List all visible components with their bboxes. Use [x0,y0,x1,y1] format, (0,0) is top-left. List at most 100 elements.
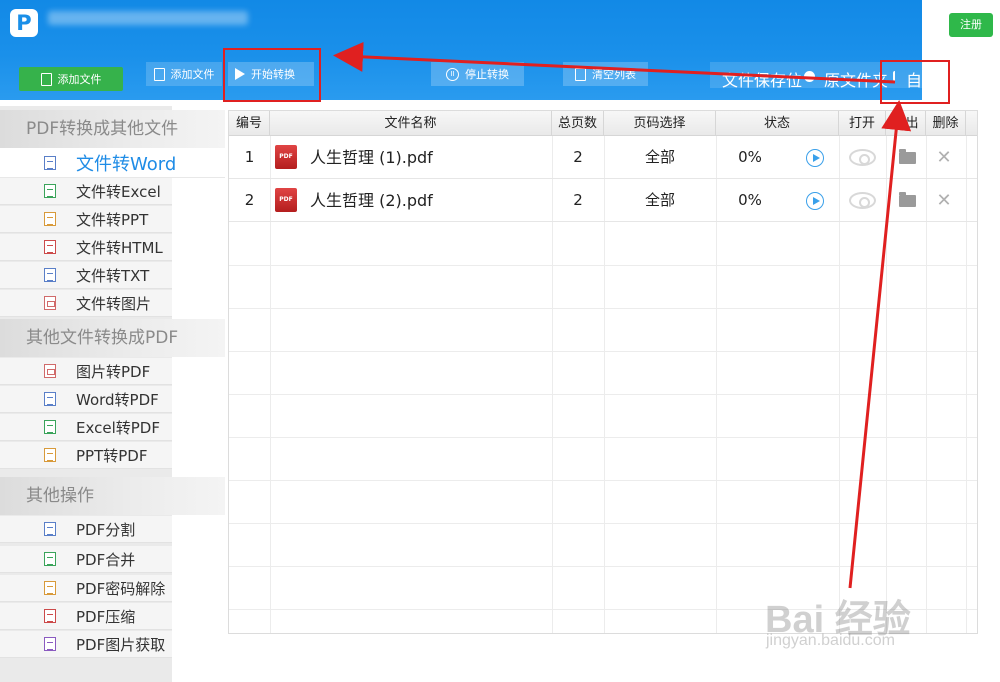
close-icon[interactable]: ✕ [934,179,954,222]
table-row[interactable]: 2 PDF 人生哲理 (2).pdf 2 全部 0% ✕ [229,179,977,222]
stop-convert-button[interactable]: II 停止转换 [431,62,524,86]
table-row[interactable]: 1 PDF 人生哲理 (1).pdf 2 全部 0% ✕ [229,136,977,179]
sidebar-item-label: PDF密码解除 [76,579,166,598]
pause-icon: II [446,67,459,81]
sidebar-item-excel-to-pdf[interactable]: Excel转PDF [0,414,172,441]
row-page-range[interactable]: 全部 [604,136,716,179]
empty-row-line [229,351,977,352]
column-header-status: 状态 [716,111,839,136]
clear-list-button[interactable]: 清空列表 [563,62,648,86]
row-filename: 人生哲理 (1).pdf [310,148,433,167]
sidebar-item-label: 文件转PPT [76,210,149,229]
row-page-range[interactable]: 全部 [604,179,716,222]
sidebar-item-label: Word转PDF [76,390,159,409]
empty-row-line [229,480,977,481]
ppt-doc-icon [44,212,56,226]
html-doc-icon [44,240,56,254]
sidebar-item-image-to-pdf[interactable]: 图片转PDF [0,358,172,385]
row-pages: 2 [573,191,583,209]
add-file-label: 添加文件 [57,73,102,86]
sidebar-item-label: Excel转PDF [76,418,160,437]
clear-list-label: 清空列表 [592,68,636,81]
add-file-button-secondary[interactable]: 添加文件 [146,62,222,86]
sidebar-item-pdf-merge[interactable]: PDF合并 [0,546,172,573]
option-original-folder-label[interactable]: 原文件夹 [824,67,888,91]
folder-icon[interactable] [899,149,916,164]
radio-original-folder[interactable] [804,71,815,82]
sidebar-item-file-to-image[interactable]: 文件转图片 [0,290,172,317]
sidebar-section-other-ops: 其他操作 [0,477,225,515]
row-pages: 2 [573,148,583,166]
row-filename: 人生哲理 (2).pdf [310,191,433,210]
sidebar-item-file-to-word[interactable]: 文件转Word [0,148,225,178]
empty-row-line [229,265,977,266]
sidebar-item-label: 文件转HTML [76,238,163,257]
sidebar-item-label: 文件转TXT [76,266,150,285]
column-header-filename: 文件名称 [270,111,552,136]
sidebar-item-label: PDF分割 [76,520,136,539]
play-icon[interactable] [806,149,824,167]
row-status: 0% [738,148,762,166]
sidebar-item-label: PDF压缩 [76,607,136,626]
sidebar-item-file-to-excel[interactable]: 文件转Excel [0,178,172,205]
sidebar-item-label: 图片转PDF [76,362,151,381]
add-file-label: 添加文件 [170,68,215,81]
column-header-delete: 删除 [926,111,966,136]
sidebar-item-pdf-split[interactable]: PDF分割 [0,516,172,543]
row-number: 1 [244,148,255,166]
stop-convert-label: 停止转换 [465,68,509,81]
watermark-url: jingyan.baidu.com [766,632,895,649]
eye-icon[interactable] [849,149,876,166]
word-doc-icon [44,392,56,406]
empty-row-line [229,523,977,524]
column-header-output: 输出 [886,111,926,136]
sidebar-item-label: 文件转Excel [76,182,161,201]
sidebar-item-label: PDF合并 [76,550,136,569]
sidebar-section-pdf-to-other: PDF转换成其他文件 [0,110,225,148]
pdf-image-extract-icon [44,637,56,651]
sidebar-item-label: PPT转PDF [76,446,148,465]
file-table: 编号 文件名称 总页数 页码选择 状态 打开 输出 删除 1 PDF 人生哲理 … [228,110,978,634]
txt-doc-icon [44,268,56,282]
sidebar-item-pdf-image-extract[interactable]: PDF图片获取 [0,631,172,658]
pdf-merge-icon [44,552,56,566]
empty-row-line [229,437,977,438]
sidebar-item-pdf-unlock[interactable]: PDF密码解除 [0,575,172,602]
word-doc-icon [44,155,56,170]
pdf-unlock-icon [44,581,56,595]
eye-icon[interactable] [849,192,876,209]
column-header-pages: 总页数 [552,111,604,136]
sidebar-item-file-to-ppt[interactable]: 文件转PPT [0,206,172,233]
pdf-split-icon [44,522,56,536]
image-doc-icon [44,364,56,378]
sidebar-item-pdf-compress[interactable]: PDF压缩 [0,603,172,630]
image-doc-icon [44,296,56,310]
close-icon[interactable]: ✕ [934,136,954,179]
excel-doc-icon [44,420,56,434]
pdf-compress-icon [44,609,56,623]
sidebar-item-ppt-to-pdf[interactable]: PPT转PDF [0,442,172,469]
empty-row-line [229,394,977,395]
column-header-open: 打开 [839,111,886,136]
save-location-label: 文件保存位 [722,71,803,90]
column-header-page-range: 页码选择 [604,111,716,136]
app-logo-icon: P [10,9,38,37]
empty-row-line [229,566,977,567]
sidebar-section-other-to-pdf: 其他文件转换成PDF [0,319,225,357]
sidebar-item-label: PDF图片获取 [76,635,166,654]
app-title-blurred [48,11,248,25]
add-file-icon [153,67,165,81]
sidebar-item-file-to-txt[interactable]: 文件转TXT [0,262,172,289]
sidebar-item-label: 文件转图片 [76,294,152,313]
add-file-button[interactable]: 添加文件 [19,67,123,91]
sidebar-item-file-to-html[interactable]: 文件转HTML [0,234,172,261]
excel-doc-icon [44,184,56,198]
row-status: 0% [738,191,762,209]
trash-icon [575,67,586,81]
table-header: 编号 文件名称 总页数 页码选择 状态 打开 输出 删除 [229,111,977,136]
register-button[interactable]: 注册 [949,13,993,37]
folder-icon[interactable] [899,192,916,207]
play-icon[interactable] [806,192,824,210]
sidebar-item-word-to-pdf[interactable]: Word转PDF [0,386,172,413]
empty-row-line [229,308,977,309]
